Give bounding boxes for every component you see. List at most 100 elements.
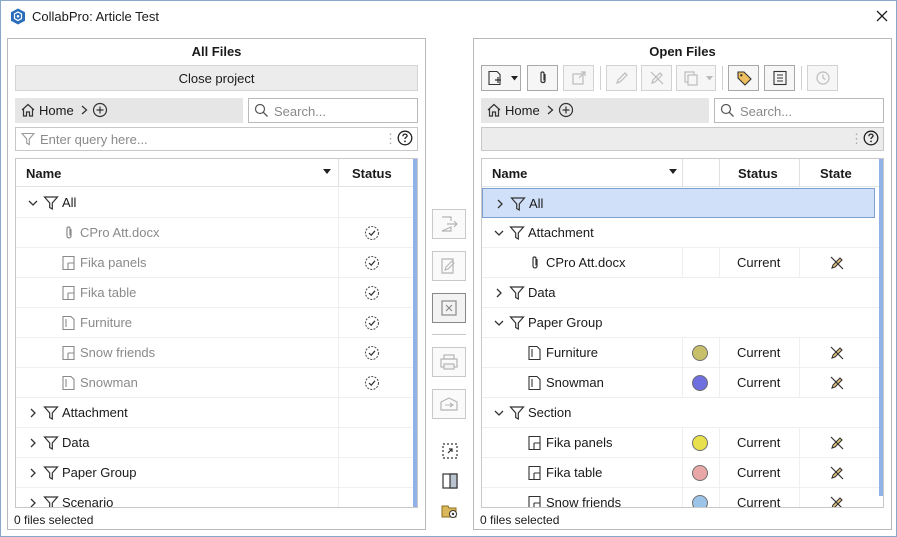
- scrollbar[interactable]: [879, 159, 883, 496]
- tree-row-snowman[interactable]: Snowman Current: [482, 368, 883, 398]
- close-window-button[interactable]: [869, 4, 895, 28]
- new-file-button[interactable]: [481, 65, 521, 91]
- tree-row-fika-table[interactable]: Fika table Current: [482, 458, 883, 488]
- print-button[interactable]: [432, 347, 466, 377]
- tree-row-label: Data: [528, 285, 556, 300]
- open-files-tree: Name Status State All Attachment CPro Att.…: [481, 158, 884, 508]
- tree-row-paper-group[interactable]: Paper Group: [16, 458, 417, 488]
- edit-button[interactable]: [606, 65, 637, 91]
- column-state-header[interactable]: State: [820, 166, 852, 181]
- status-check-icon: [364, 345, 380, 361]
- chevron-right-icon[interactable]: [28, 438, 38, 448]
- tree-row-snow-friends[interactable]: Snow friends Current: [482, 488, 883, 507]
- dropdown-arrow-icon[interactable]: [511, 76, 518, 81]
- tree-row-all[interactable]: All: [16, 188, 417, 218]
- open-external-button[interactable]: [563, 65, 594, 91]
- search-input[interactable]: Search...: [714, 98, 884, 123]
- print-icon: [440, 354, 458, 370]
- all-files-panel: All Files Close project Home Search... E…: [7, 38, 426, 530]
- tree-row-section[interactable]: Section: [482, 398, 883, 428]
- tree-row-fika-panels[interactable]: Fika panels: [16, 248, 417, 278]
- filter-icon: [509, 286, 525, 301]
- attach-button[interactable]: [527, 65, 558, 91]
- add-circle-icon[interactable]: [92, 102, 108, 118]
- history-button[interactable]: [807, 65, 838, 91]
- close-file-button[interactable]: [432, 293, 466, 323]
- help-icon[interactable]: [863, 130, 879, 146]
- column-status-header[interactable]: Status: [738, 166, 778, 181]
- search-input[interactable]: Search...: [248, 98, 418, 123]
- chevron-right-icon[interactable]: [28, 498, 38, 508]
- pencil-icon: [615, 72, 628, 84]
- sort-down-icon[interactable]: [323, 169, 331, 175]
- tag-button[interactable]: [728, 65, 759, 91]
- tree-row-fika-table[interactable]: Fika table: [16, 278, 417, 308]
- chevron-down-icon[interactable]: [494, 318, 504, 328]
- column-status-header[interactable]: Status: [352, 166, 392, 181]
- search-placeholder: Search...: [274, 104, 327, 119]
- chevron-down-icon[interactable]: [494, 228, 504, 238]
- check-out-button[interactable]: [432, 251, 466, 281]
- tree-row-data[interactable]: Data: [16, 428, 417, 458]
- tree-row-snow-friends[interactable]: Snow friends: [16, 338, 417, 368]
- split-view-icon[interactable]: [441, 472, 459, 490]
- tree-row-label: Snowman: [80, 375, 138, 390]
- open-file-button[interactable]: [432, 209, 466, 239]
- copy-button[interactable]: [676, 65, 716, 91]
- export-button[interactable]: [432, 389, 466, 419]
- tree-row-furniture[interactable]: Furniture Current: [482, 338, 883, 368]
- column-name-header[interactable]: Name: [26, 166, 61, 181]
- dropdown-arrow-icon[interactable]: [706, 76, 713, 81]
- chevron-right-icon[interactable]: [495, 199, 505, 209]
- page-icon: [528, 375, 541, 391]
- tree-row-furniture[interactable]: Furniture: [16, 308, 417, 338]
- chevron-right-icon[interactable]: [28, 468, 38, 478]
- home-icon[interactable]: [486, 102, 502, 118]
- status-text: Current: [737, 435, 781, 450]
- tree-row-cpro-att-docx[interactable]: CPro Att.docx Current: [482, 248, 883, 278]
- column-name-header[interactable]: Name: [492, 166, 527, 181]
- breadcrumb-home[interactable]: Home: [505, 103, 540, 118]
- close-project-button[interactable]: Close project: [15, 65, 418, 91]
- no-edit-button[interactable]: [641, 65, 672, 91]
- chevron-right-icon[interactable]: [494, 288, 504, 298]
- search-placeholder: Search...: [740, 104, 793, 119]
- folder-settings-icon[interactable]: [441, 502, 459, 520]
- list-button[interactable]: [764, 65, 795, 91]
- chevron-down-icon[interactable]: [494, 408, 504, 418]
- breadcrumb: Home: [15, 98, 243, 123]
- color-swatch: [692, 435, 708, 451]
- scrollbar[interactable]: [413, 159, 417, 507]
- tree-row-data[interactable]: Data: [482, 278, 883, 308]
- query-options-icon[interactable]: ⋮: [384, 131, 397, 147]
- page-icon: [528, 345, 541, 361]
- tree-row-scenario[interactable]: Scenario: [16, 488, 417, 508]
- tree-row-fika-panels[interactable]: Fika panels Current: [482, 428, 883, 458]
- tree-row-snowman[interactable]: Snowman: [16, 368, 417, 398]
- filter-icon: [43, 496, 59, 507]
- query-options-icon[interactable]: ⋮: [850, 131, 863, 147]
- tree-row-label: Snowman: [546, 375, 604, 390]
- tree-row-attachment[interactable]: Attachment: [16, 398, 417, 428]
- query-input[interactable]: Enter query here... ⋮: [15, 127, 418, 151]
- page-icon: [62, 315, 75, 331]
- add-circle-icon[interactable]: [558, 102, 574, 118]
- tree-row-paper-group[interactable]: Paper Group: [482, 308, 883, 338]
- select-region-icon[interactable]: [441, 442, 459, 460]
- tree-row-all[interactable]: All: [482, 188, 875, 218]
- sort-down-icon[interactable]: [669, 169, 677, 175]
- help-icon[interactable]: [397, 130, 413, 146]
- panel-title: Open Files: [649, 44, 716, 59]
- panel-icon: [528, 495, 541, 507]
- chevron-right-icon[interactable]: [28, 408, 38, 418]
- export-icon: [440, 397, 458, 411]
- breadcrumb-home[interactable]: Home: [39, 103, 74, 118]
- list-icon: [772, 70, 787, 86]
- selection-status: 0 files selected: [14, 513, 94, 527]
- tree-row-cpro-att-docx[interactable]: CPro Att.docx: [16, 218, 417, 248]
- chevron-down-icon[interactable]: [28, 198, 38, 208]
- tree-row-attachment[interactable]: Attachment: [482, 218, 883, 248]
- open-arrow-icon: [441, 216, 458, 232]
- tree-row-label: Paper Group: [528, 315, 603, 330]
- home-icon[interactable]: [20, 102, 36, 118]
